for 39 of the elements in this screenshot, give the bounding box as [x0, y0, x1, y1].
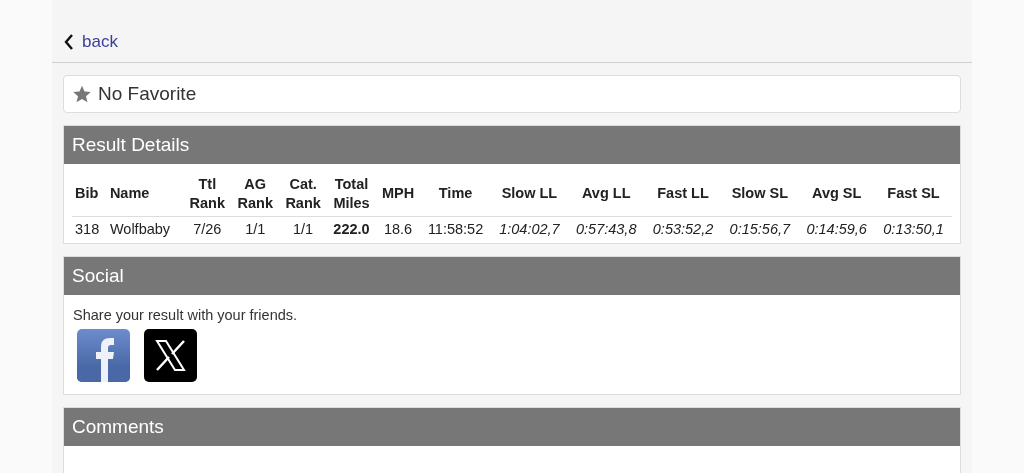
column-header: Slow SL — [721, 172, 799, 217]
favorite-label: No Favorite — [98, 83, 197, 105]
table-cell: 0:15:56,7 — [721, 216, 799, 241]
table-cell: 0:53:52,2 — [644, 216, 722, 241]
column-header: Fast SL — [875, 172, 952, 217]
column-header: Total Miles — [327, 172, 376, 217]
column-header: Time — [420, 172, 491, 217]
table-cell: 318 — [72, 216, 107, 241]
panel-title: Comments — [64, 407, 960, 446]
x-logo-icon[interactable] — [144, 328, 197, 382]
column-header: Bib — [72, 172, 107, 217]
table-cell: 0:57:43,8 — [567, 216, 645, 241]
table-cell: 7/26 — [183, 216, 232, 241]
column-header: MPH — [375, 172, 421, 217]
table-cell: 1/1 — [279, 216, 328, 241]
column-header: Slow LL — [491, 172, 568, 217]
panel-title: Result Details — [64, 126, 960, 164]
column-header: Name — [106, 172, 184, 217]
table-cell: 0:14:59,6 — [798, 216, 876, 241]
table-cell: 1/1 — [231, 216, 280, 241]
star-icon[interactable] — [72, 84, 92, 104]
back-link[interactable]: back — [64, 32, 118, 52]
column-header: AG Rank — [231, 172, 280, 217]
share-text: Share your result with your friends. — [73, 306, 299, 323]
table-cell: 222.0 — [327, 216, 376, 241]
favorite-bar[interactable]: No Favorite — [63, 75, 961, 113]
table-cell: 11:58:52 — [420, 216, 491, 241]
panel-title: Social — [64, 256, 960, 295]
column-header: Avg LL — [567, 172, 645, 217]
facebook-icon[interactable] — [77, 328, 130, 382]
column-header: Fast LL — [644, 172, 722, 217]
table-cell: 18.6 — [375, 216, 421, 241]
table-cell: 1:04:02,7 — [491, 216, 568, 241]
column-header: Cat. Rank — [279, 172, 328, 217]
chevron-left-icon — [64, 34, 74, 50]
column-header: Avg SL — [798, 172, 876, 217]
table-cell: 0:13:50,1 — [875, 216, 952, 241]
column-header: Ttl Rank — [183, 172, 232, 217]
table-cell: Wolfbaby — [106, 216, 184, 241]
